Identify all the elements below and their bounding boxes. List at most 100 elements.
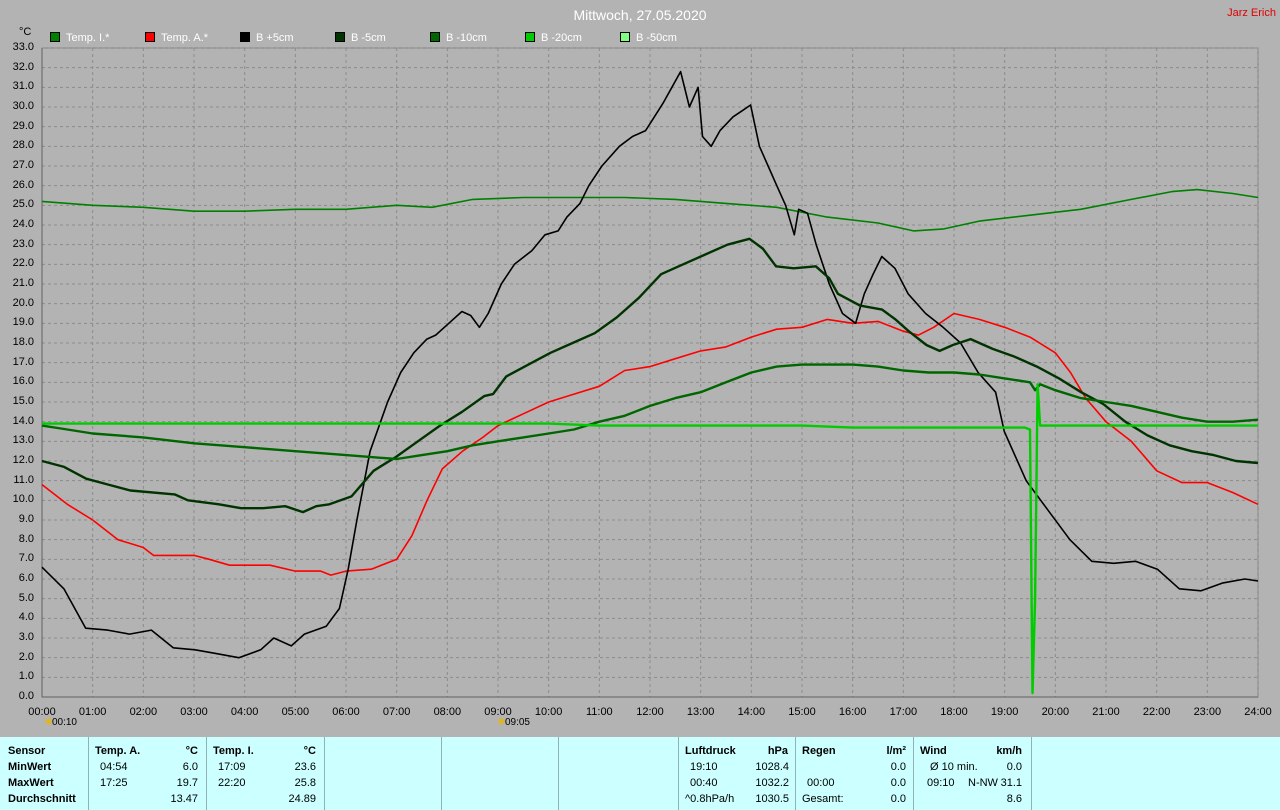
legend-swatch (620, 32, 630, 42)
legend-item: B -10cm (430, 32, 487, 44)
y-tick-label: 11.0 (13, 473, 34, 486)
y-tick-label: 6.0 (18, 572, 34, 584)
pressure-min-time: 19:10 (690, 761, 718, 773)
sensor-header: Sensor (8, 745, 46, 757)
stats-col-empty (441, 737, 559, 810)
y-tick-label: 15.0 (12, 395, 34, 407)
stats-col-empty (558, 737, 679, 810)
wind-max-dir: N-NW (968, 777, 998, 789)
temp-i-avg: 24.89 (288, 793, 316, 805)
y-tick-label: 27.0 (12, 159, 34, 171)
y-tick-label: 20.0 (12, 296, 34, 309)
rain-min-value: 0.0 (890, 761, 906, 773)
y-tick-label: 9.0 (18, 513, 34, 525)
max-label: MaxWert (8, 777, 54, 789)
y-tick-label: 17.0 (12, 355, 34, 368)
x-tick-label: 05:00 (281, 706, 310, 718)
rain-max-value: 0.0 (890, 777, 906, 789)
wind-max-time: 09:10 (927, 777, 955, 789)
x-tick-label: 23:00 (1193, 706, 1222, 718)
x-tick-label: 02:00 (129, 706, 158, 718)
rain-total-label: Gesamt: (802, 793, 844, 805)
legend-label: B -10cm (446, 32, 487, 44)
temp-a-min-value: 6.0 (182, 761, 198, 773)
y-tick-label: 29.0 (12, 119, 34, 132)
y-tick-label: 32.0 (12, 60, 34, 73)
pressure-trend-value: 1030.5 (755, 793, 789, 805)
legend-swatch (525, 32, 535, 42)
legend-swatch (240, 32, 250, 42)
y-tick-label: 0.0 (18, 690, 34, 702)
stats-col-empty (324, 737, 442, 810)
temp-i-unit: °C (303, 745, 316, 757)
temp-a-unit: °C (185, 745, 198, 757)
temp-a-max-value: 19.7 (176, 777, 198, 789)
legend-swatch (335, 32, 345, 42)
sunrise-time: 00:10 (51, 717, 77, 728)
sunset-marker: ☀09:05 (497, 717, 530, 728)
avg-label: Durchschnitt (8, 793, 76, 805)
y-tick-label: 28.0 (12, 139, 34, 152)
x-tick-label: 08:00 (433, 706, 462, 718)
x-tick-label: 16:00 (838, 706, 867, 718)
x-tick-label: 18:00 (940, 706, 968, 718)
x-tick-label: 20:00 (1041, 706, 1070, 718)
y-tick-label: 13.0 (12, 434, 34, 447)
x-tick-label: 11:00 (585, 706, 613, 718)
x-tick-label: 21:00 (1092, 706, 1120, 718)
temp-i-header: Temp. I. (213, 745, 254, 757)
legend-item: Temp. I.* (50, 32, 109, 44)
y-tick-label: 21.0 (12, 277, 34, 289)
x-tick-label: 15:00 (788, 706, 816, 718)
chart-title: Mittwoch, 27.05.2020 (573, 7, 707, 23)
y-tick-label: 33.0 (12, 41, 34, 53)
x-tick-label: 24:00 (1244, 706, 1272, 718)
pressure-max-time: 00:40 (690, 777, 718, 789)
legend-item: B +5cm (240, 32, 294, 44)
x-tick-label: 10:00 (534, 706, 563, 718)
legend-label: B -20cm (541, 32, 582, 44)
temp-a-header: Temp. A. (95, 745, 141, 757)
chart-plot (41, 47, 1259, 698)
x-tick-label: 12:00 (636, 706, 664, 718)
y-tick-label: 19.0 (12, 316, 34, 329)
x-tick-label: 14:00 (737, 706, 766, 718)
y-tick-label: 23.0 (12, 237, 34, 250)
author-label: Jarz Erich (1227, 7, 1276, 19)
y-tick-label: 4.0 (18, 611, 34, 624)
y-tick-label: 1.0 (18, 670, 34, 683)
wind-last-value: 8.6 (1006, 793, 1022, 805)
y-axis-unit: °C (19, 26, 32, 38)
sunset-time: 09:05 (504, 717, 530, 728)
wind-unit: km/h (996, 745, 1022, 757)
pressure-unit: hPa (767, 745, 788, 757)
stats-panel: Sensor MinWert MaxWert Durchschnitt Temp… (0, 737, 1280, 810)
rain-total-value: 0.0 (890, 793, 906, 805)
x-tick-label: 13:00 (686, 706, 715, 718)
rain-max-time: 00:00 (807, 777, 835, 789)
legend-item: Temp. A.* (145, 32, 208, 44)
x-tick-label: 07:00 (382, 706, 411, 718)
y-tick-label: 25.0 (12, 198, 34, 211)
legend-swatch (430, 32, 440, 42)
y-tick-label: 16.0 (12, 375, 34, 388)
temp-i-min-time: 17:09 (218, 761, 246, 773)
rain-unit: l/m² (886, 745, 906, 757)
temp-a-min-time: 04:54 (100, 761, 128, 773)
y-tick-label: 2.0 (18, 650, 34, 663)
x-tick-label: 01:00 (78, 706, 107, 718)
temp-a-avg: 13.47 (170, 793, 198, 805)
legend-label: B -5cm (351, 32, 386, 44)
temp-a-max-time: 17:25 (100, 777, 128, 789)
x-tick-label: 03:00 (180, 706, 208, 718)
legend-item: B -20cm (525, 32, 582, 44)
wind-header: Wind (920, 745, 947, 757)
wind-avg-label: Ø 10 min. (930, 761, 978, 773)
y-tick-label: 22.0 (12, 257, 34, 270)
pressure-trend-label: ^0.8hPa/h (685, 793, 735, 805)
y-tick-label: 10.0 (12, 493, 34, 506)
y-tick-label: 3.0 (18, 631, 34, 643)
pressure-header: Luftdruck (685, 745, 736, 757)
y-tick-label: 12.0 (12, 454, 34, 466)
y-tick-label: 14.0 (12, 414, 34, 427)
